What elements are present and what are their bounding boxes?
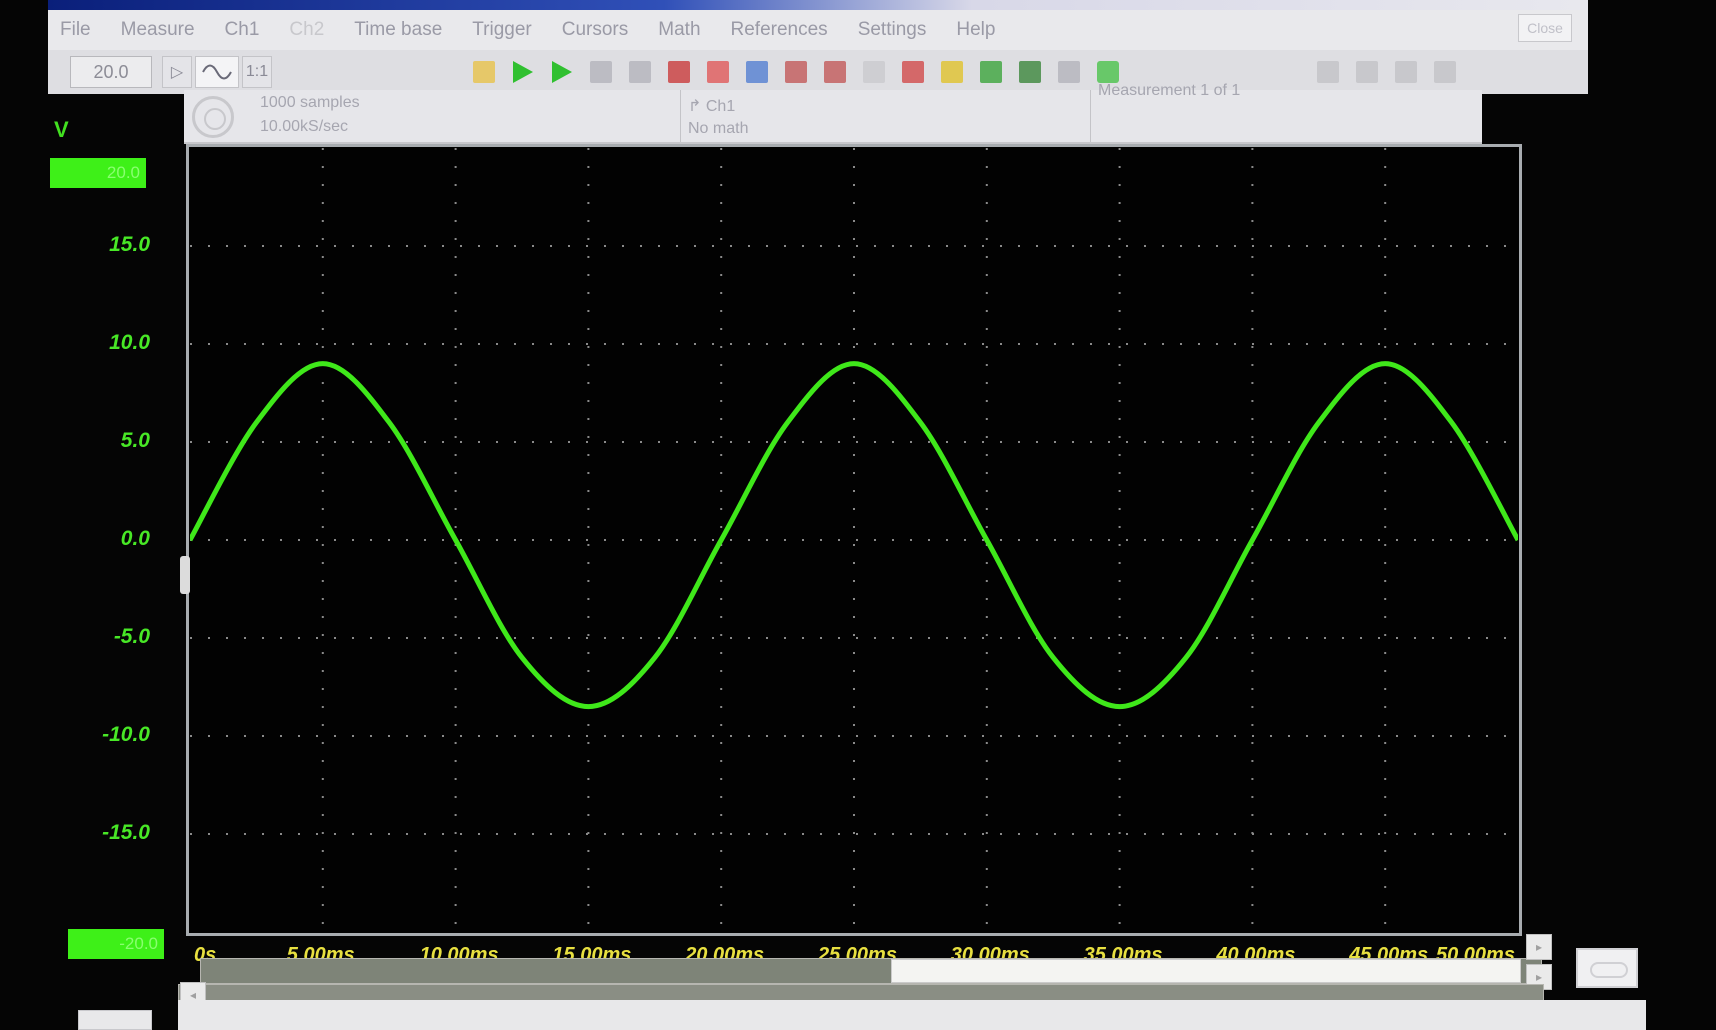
y-tick-label: 15.0 — [109, 233, 150, 256]
scale-1-1-label: 1:1 — [245, 63, 269, 80]
single-run-button[interactable] — [545, 54, 579, 90]
trigger-edge-icon: ↱ — [688, 98, 702, 115]
cross-button[interactable] — [1350, 54, 1384, 90]
tile-icon — [1317, 61, 1339, 83]
record-icon — [1097, 61, 1119, 83]
stop-icon — [707, 61, 729, 83]
chevron-right-icon: ▸ — [1535, 940, 1543, 954]
grid-button[interactable] — [740, 54, 774, 90]
waveform-chart — [190, 148, 1518, 932]
pencil-button[interactable] — [935, 54, 969, 90]
single-run-icon — [552, 61, 572, 83]
tile-button[interactable] — [1311, 54, 1345, 90]
trigger-channel: Ch1 — [705, 98, 736, 115]
y-tick-label: -10.0 — [102, 723, 150, 746]
info-divider — [680, 90, 681, 142]
menu-references[interactable]: References — [731, 19, 828, 41]
menu-ch2[interactable]: Ch2 — [289, 19, 324, 41]
folder-icon — [473, 61, 495, 83]
blank-icon — [863, 61, 885, 83]
sample-rate: 10.00kS/sec — [260, 118, 349, 135]
y-tick-label: 5.0 — [120, 429, 150, 452]
title-bar — [48, 0, 1588, 10]
step-button[interactable] — [584, 54, 618, 90]
range-top-box[interactable]: 20.0 — [50, 158, 146, 188]
bottom-strip — [178, 1000, 1646, 1030]
tool-icon-group — [462, 54, 1462, 90]
scrollbar-thumb[interactable] — [891, 959, 1521, 983]
sample-count: 1000 samples — [260, 94, 360, 111]
grid-icon — [746, 61, 768, 83]
scroll-up-arrow[interactable]: ▸ — [1526, 934, 1552, 960]
compare-icon — [1019, 61, 1041, 83]
menu-measure[interactable]: Measure — [121, 19, 195, 41]
menu-math[interactable]: Math — [658, 19, 700, 41]
menu-cursors[interactable]: Cursors — [562, 19, 629, 41]
calendar-icon — [785, 61, 807, 83]
sine-wave-icon — [202, 64, 232, 80]
copy-icon — [824, 61, 846, 83]
bracket-icon — [1058, 61, 1080, 83]
menu-trigger[interactable]: Trigger — [472, 19, 531, 41]
chart-icon — [980, 61, 1002, 83]
info-divider — [1090, 90, 1091, 142]
toolbar: 20.0 ▷ 1:1 — [48, 50, 1588, 94]
menu-bar: File Measure Ch1 Ch2 Time base Trigger C… — [48, 10, 1588, 50]
measurement-info: Measurement 1 of 1 — [1098, 82, 1241, 99]
ellipsis-button[interactable] — [1428, 54, 1462, 90]
y-tick-label: 0.0 — [120, 527, 150, 550]
trigger-icon — [629, 61, 651, 83]
chart-button[interactable] — [974, 54, 1008, 90]
zoom-icon — [902, 61, 924, 83]
bracket-button[interactable] — [1052, 54, 1086, 90]
run-button[interactable] — [506, 54, 540, 90]
image-icon — [668, 61, 690, 83]
trigger-info: ↱ Ch1 — [688, 96, 735, 116]
cross-icon — [1356, 61, 1378, 83]
image-button[interactable] — [662, 54, 696, 90]
close-button[interactable]: Close — [1518, 14, 1572, 42]
menu-file[interactable]: File — [60, 19, 91, 41]
menu-help[interactable]: Help — [956, 19, 995, 41]
menu-settings[interactable]: Settings — [858, 19, 927, 41]
arrow-icon — [1395, 61, 1417, 83]
run-icon — [513, 61, 533, 83]
info-panel: 1000 samples 10.00kS/sec ↱ Ch1 No math M… — [184, 82, 1482, 144]
trigger-button[interactable] — [623, 54, 657, 90]
zoom-button[interactable] — [896, 54, 930, 90]
scale-1-1-button[interactable]: 1:1 — [242, 56, 272, 88]
pencil-icon — [941, 61, 963, 83]
chevron-right-icon: ▸ — [1535, 970, 1543, 984]
menu-time-base[interactable]: Time base — [354, 19, 442, 41]
prev-button[interactable]: ▷ — [162, 56, 192, 88]
stop-button[interactable] — [701, 54, 735, 90]
play-back-icon: ▷ — [170, 64, 184, 81]
acquisition-icon — [192, 96, 234, 138]
timebase-field[interactable]: 20.0 — [70, 56, 152, 88]
calendar-button[interactable] — [779, 54, 813, 90]
trigger-level-marker[interactable] — [180, 556, 190, 594]
step-icon — [590, 61, 612, 83]
math-info: No math — [688, 120, 749, 137]
copy-button[interactable] — [818, 54, 852, 90]
y-tick-label: 10.0 — [109, 331, 150, 354]
horizontal-scrollbar[interactable] — [200, 958, 1542, 984]
y-tick-label: -5.0 — [113, 625, 150, 648]
folder-button[interactable] — [467, 54, 501, 90]
side-button[interactable] — [1576, 948, 1638, 988]
y-unit-label: V — [54, 117, 69, 142]
arrow-button[interactable] — [1389, 54, 1423, 90]
compare-button[interactable] — [1013, 54, 1047, 90]
ellipsis-icon — [1434, 61, 1456, 83]
blank-button[interactable] — [857, 54, 891, 90]
sine-wave-button[interactable] — [195, 56, 239, 88]
corner-button[interactable] — [78, 1010, 152, 1030]
waveform-trace — [190, 361, 1518, 710]
range-bottom-box[interactable]: -20.0 — [68, 929, 164, 959]
y-tick-label: -15.0 — [102, 821, 150, 844]
menu-ch1[interactable]: Ch1 — [225, 19, 260, 41]
